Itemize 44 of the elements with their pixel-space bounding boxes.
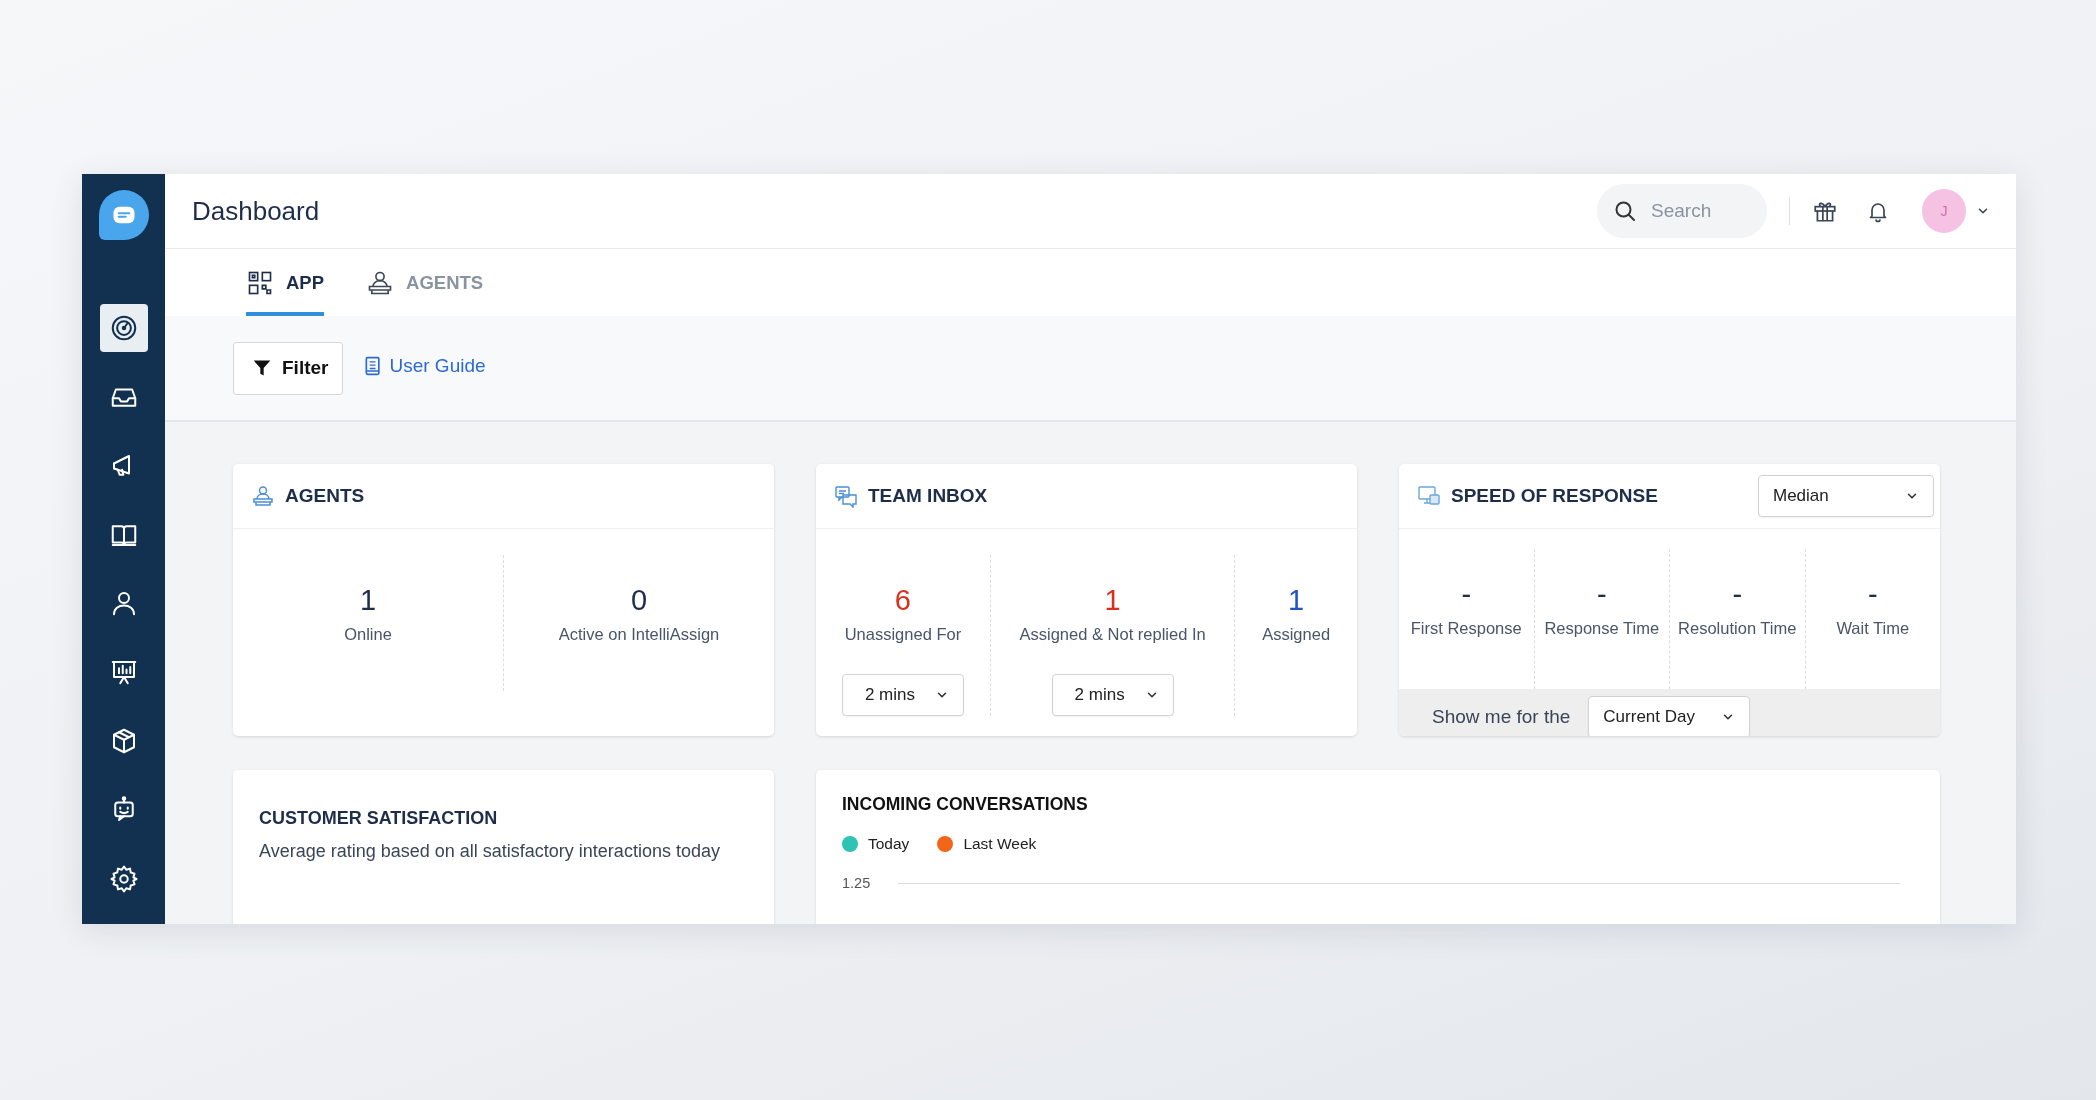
user-guide-link[interactable]: User Guide bbox=[363, 355, 486, 377]
card-title: SPEED OF RESPONSE bbox=[1451, 485, 1658, 507]
card-description: Average rating based on all satisfactory interactions today bbox=[259, 840, 721, 863]
period-label: Show me for the bbox=[1432, 706, 1571, 728]
search-icon bbox=[1613, 199, 1637, 223]
stat-label: Response Time bbox=[1544, 619, 1660, 638]
stat-value: - bbox=[1867, 577, 1878, 611]
chat-bubbles-icon bbox=[834, 484, 858, 508]
stat-value: 0 bbox=[630, 583, 648, 617]
chart-title: INCOMING CONVERSATIONS bbox=[842, 794, 1089, 815]
sidebar-nav-button[interactable] bbox=[99, 303, 148, 352]
stat-label: Resolution Time bbox=[1678, 619, 1797, 638]
card-title: CUSTOMER SATISFACTION bbox=[259, 808, 499, 829]
stat-value: - bbox=[1732, 577, 1743, 611]
agent-at-desk-icon bbox=[251, 484, 275, 508]
legend-label: Last Week bbox=[963, 835, 1037, 853]
settings-icon bbox=[108, 864, 139, 895]
stat-label: Online bbox=[344, 625, 392, 644]
stat-label: Wait Time bbox=[1836, 619, 1910, 638]
filter-funnel-icon bbox=[252, 358, 272, 378]
filter-button[interactable]: Filter bbox=[233, 341, 344, 395]
stat-label: Assigned bbox=[1262, 625, 1331, 644]
stat-label: Unassigned For bbox=[844, 625, 962, 644]
metric-dropdown[interactable]: Median bbox=[1758, 475, 1934, 517]
stat-label: First Response bbox=[1410, 619, 1522, 638]
stat-label: Active on IntelliAssign bbox=[558, 625, 720, 644]
stat-value: 6 bbox=[894, 583, 911, 617]
card-title: TEAM INBOX bbox=[868, 485, 988, 507]
stat-value: 1 bbox=[359, 583, 377, 617]
stat-value: 1 bbox=[1288, 583, 1305, 617]
page-title: Dashboard bbox=[192, 195, 321, 227]
monitor-windows-icon bbox=[1417, 484, 1441, 508]
card-title: AGENTS bbox=[285, 485, 365, 507]
stat-value: - bbox=[1596, 577, 1607, 611]
search-field[interactable]: Search bbox=[1597, 184, 1767, 238]
stat-label: Assigned & Not replied In bbox=[1019, 625, 1206, 644]
axis-tick-label: 1.25 bbox=[842, 875, 871, 891]
legend-label: Today bbox=[868, 835, 910, 853]
chat-logo[interactable] bbox=[98, 190, 149, 240]
stat-value: 1 bbox=[1104, 583, 1121, 617]
stat-value: - bbox=[1461, 577, 1472, 611]
time-dropdown[interactable]: 2 mins bbox=[841, 674, 964, 716]
time-dropdown[interactable]: 2 mins bbox=[1051, 674, 1174, 716]
period-dropdown[interactable]: Current Day bbox=[1588, 696, 1751, 736]
